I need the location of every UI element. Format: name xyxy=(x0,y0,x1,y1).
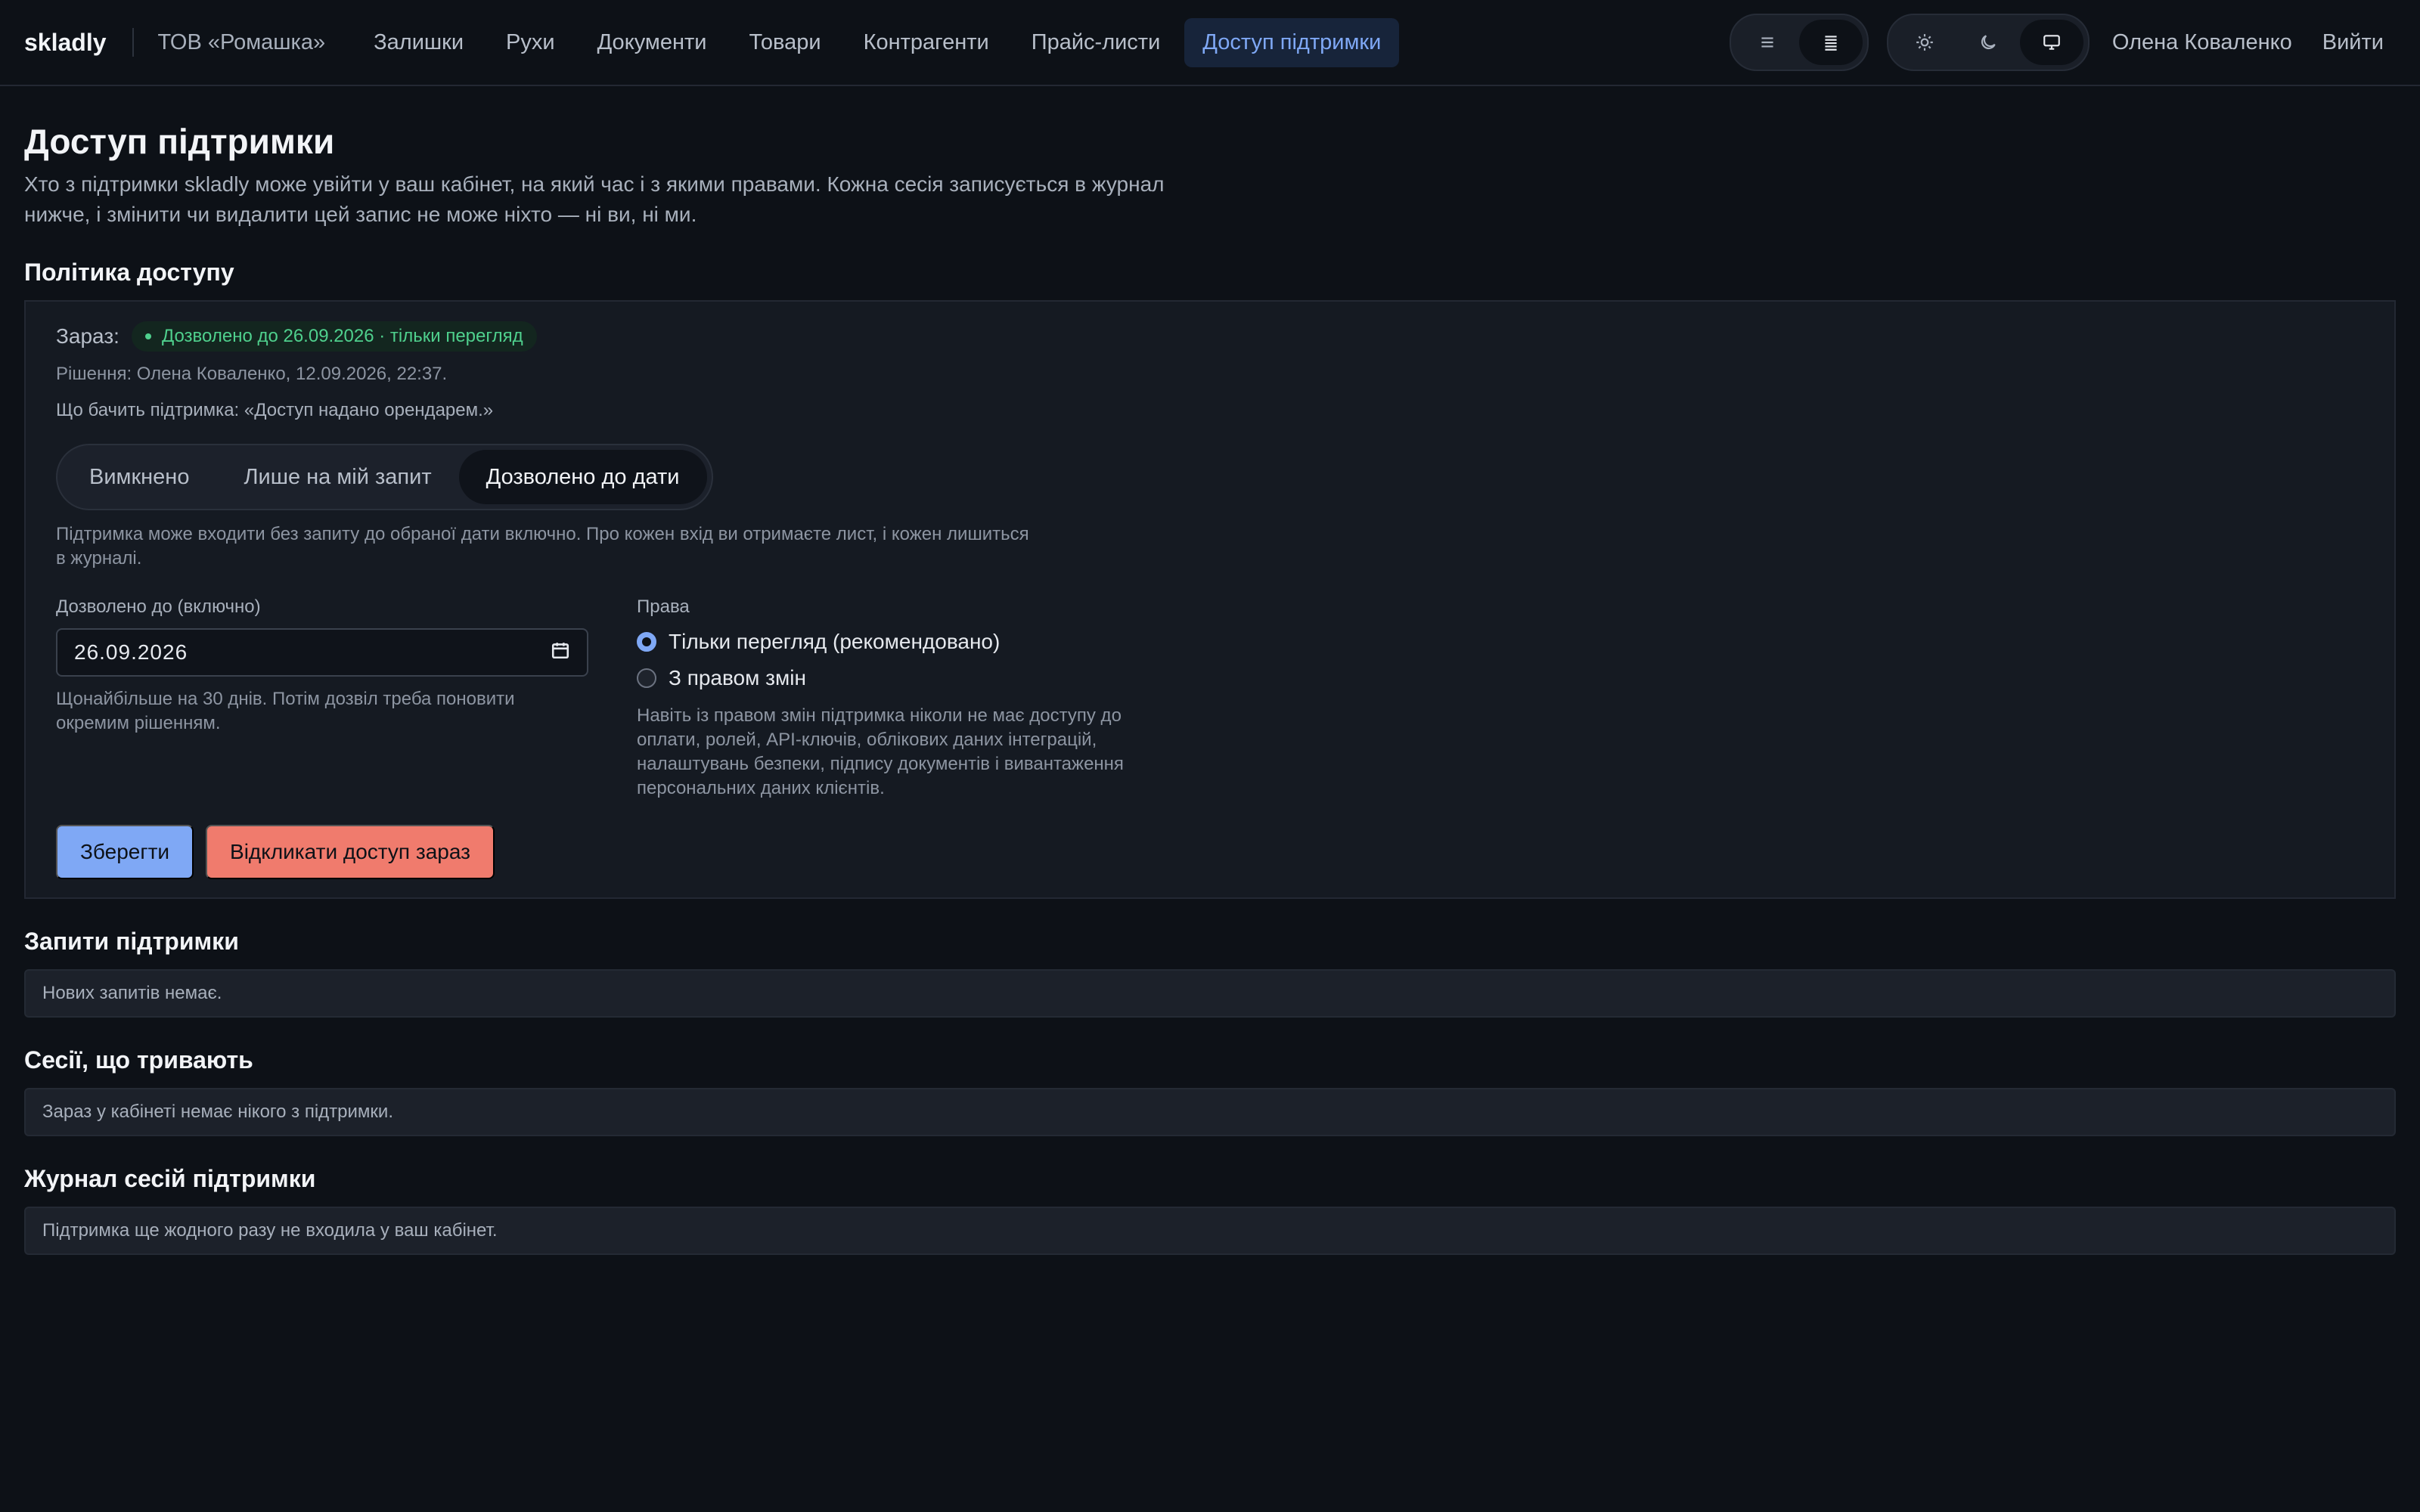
brand-logo[interactable]: skladly xyxy=(24,29,107,57)
header-divider xyxy=(132,28,134,57)
nav-item-products[interactable]: Товари xyxy=(731,18,839,67)
rights-help-text: Навіть із правом змін підтримка ніколи н… xyxy=(637,705,1124,798)
theme-system-button[interactable] xyxy=(2019,20,2083,65)
density-compact-button[interactable] xyxy=(1798,20,1863,65)
nav-item-counterparties[interactable]: Контрагенти xyxy=(845,18,1007,67)
save-button[interactable]: Зберегти xyxy=(56,825,194,879)
nav-item-stock[interactable]: Залишки xyxy=(355,18,482,67)
rights-edit-option[interactable]: З правом змін xyxy=(637,666,1181,690)
user-name[interactable]: Олена Коваленко xyxy=(2112,30,2292,55)
nav-item-documents[interactable]: Документи xyxy=(579,18,725,67)
logout-link[interactable]: Вийти xyxy=(2322,30,2384,55)
policy-actions: Зберегти Відкликати доступ зараз xyxy=(56,825,2364,879)
log-empty-state: Підтримка ще жодного разу не входила у в… xyxy=(24,1207,2396,1255)
page-description: Хто з підтримки skladly може увійти у ва… xyxy=(24,172,1165,226)
calendar-icon[interactable] xyxy=(551,640,570,665)
moon-icon xyxy=(1981,35,1996,50)
decision-info: Рішення: Олена Коваленко, 12.09.2026, 22… xyxy=(56,364,448,384)
support-sees-info: Що бачить підтримка: «Доступ надано орен… xyxy=(56,400,494,420)
until-date-help: Щонайбільше на 30 днів. Потім дозвіл тре… xyxy=(56,689,515,733)
sessions-empty-state: Зараз у кабінеті немає нікого з підтримк… xyxy=(24,1088,2396,1136)
sessions-section-title: Сесії, що тривають xyxy=(24,1046,253,1074)
nav-item-support-access[interactable]: Доступ підтримки xyxy=(1184,17,1400,67)
mode-until-date-option[interactable]: Дозволено до дати xyxy=(458,450,707,504)
until-date-input[interactable]: 26.09.2026 xyxy=(56,628,588,677)
sun-icon xyxy=(1916,34,1933,51)
status-badge-text: Дозволено до 26.09.2026 · тільки перегля… xyxy=(161,326,523,346)
rights-edit-label: З правом змін xyxy=(669,666,806,689)
theme-dark-button[interactable] xyxy=(1956,20,2020,65)
rights-view-only-option[interactable]: Тільки перегляд (рекомендовано) xyxy=(637,630,1181,654)
until-date-value: 26.09.2026 xyxy=(74,640,188,664)
radio-unchecked-icon[interactable] xyxy=(637,668,656,688)
mode-help-text: Підтримка може входити без запиту до обр… xyxy=(56,524,1029,569)
rights-label: Права xyxy=(637,596,690,617)
current-status-label: Зараз: xyxy=(56,324,119,348)
policy-section-title: Політика доступу xyxy=(24,259,234,286)
status-badge: Дозволено до 26.09.2026 · тільки перегля… xyxy=(131,321,537,352)
theme-toggle xyxy=(1886,14,2090,71)
access-mode-toggle: Вимкнено Лише на мій запит Дозволено до … xyxy=(56,444,713,510)
rights-group: Права Тільки перегляд (рекомендовано) З … xyxy=(637,596,1181,801)
list-dense-icon xyxy=(1825,36,1837,51)
main-nav: Залишки Рухи Документи Товари Контрагент… xyxy=(355,17,1400,67)
page-title: Доступ підтримки xyxy=(24,122,335,161)
mode-off-option[interactable]: Вимкнено xyxy=(62,450,216,504)
monitor-icon xyxy=(2043,35,2060,50)
nav-item-price-lists[interactable]: Прайс-листи xyxy=(1013,18,1179,67)
policy-fields: Дозволено до (включно) 26.09.2026 Щонайб… xyxy=(56,596,2364,801)
policy-panel: Зараз: Дозволено до 26.09.2026 · тільки … xyxy=(24,300,2396,899)
density-comfortable-button[interactable] xyxy=(1736,20,1799,65)
top-bar: skladly ТОВ «Ромашка» Залишки Рухи Докум… xyxy=(0,0,2420,86)
density-toggle xyxy=(1729,14,1869,71)
until-date-label: Дозволено до (включно) xyxy=(56,596,261,617)
organization-name: ТОВ «Ромашка» xyxy=(157,29,326,54)
current-status-row: Зараз: Дозволено до 26.09.2026 · тільки … xyxy=(56,321,2364,352)
requests-section-title: Запити підтримки xyxy=(24,928,239,955)
mode-on-request-option[interactable]: Лише на мій запит xyxy=(216,450,458,504)
list-icon xyxy=(1761,37,1773,48)
main-content: Доступ підтримки Хто з підтримки skladly… xyxy=(0,86,2420,1255)
requests-empty-state: Нових запитів немає. xyxy=(24,969,2396,1018)
revoke-access-button[interactable]: Відкликати доступ зараз xyxy=(206,825,495,879)
rights-view-only-label: Тільки перегляд (рекомендовано) xyxy=(669,630,1001,653)
until-date-group: Дозволено до (включно) 26.09.2026 Щонайб… xyxy=(56,596,613,801)
status-dot-icon xyxy=(144,333,151,339)
nav-item-movements[interactable]: Рухи xyxy=(488,18,573,67)
log-section-title: Журнал сесій підтримки xyxy=(24,1165,316,1192)
radio-checked-icon[interactable] xyxy=(637,632,656,652)
theme-light-button[interactable] xyxy=(1893,20,1956,65)
